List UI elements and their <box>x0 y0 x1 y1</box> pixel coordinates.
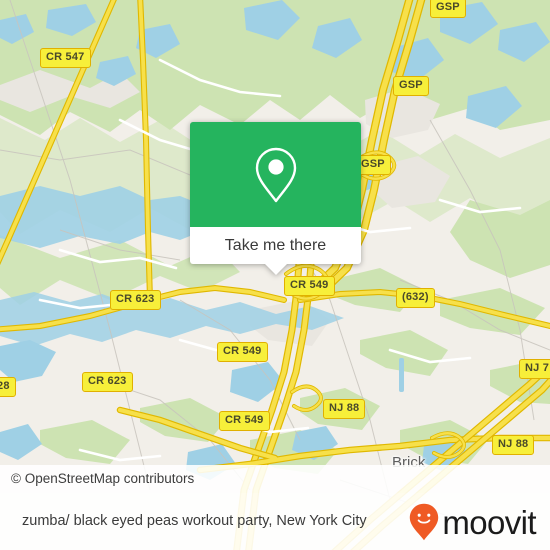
road-shield[interactable]: CR 623 <box>82 372 133 392</box>
road-shield[interactable]: CR 547 <box>40 48 91 68</box>
map-attribution-bar: © OpenStreetMap contributors <box>0 465 550 493</box>
road-shield[interactable]: CR 549 <box>217 342 268 362</box>
map-pin-icon <box>253 146 299 204</box>
popup-pin-panel <box>190 122 361 227</box>
road-shield[interactable]: NJ 88 <box>492 435 535 455</box>
take-me-there-label: Take me there <box>224 236 327 254</box>
road-shield[interactable]: GSP <box>393 76 429 96</box>
popup-action-bar[interactable]: Take me there <box>190 227 361 275</box>
road-shield[interactable]: CR 623 <box>110 290 161 310</box>
location-popup-card[interactable]: Take me there <box>190 122 361 275</box>
event-title-text: zumba/ black eyed peas workout party, Ne… <box>22 513 367 529</box>
moovit-wordmark: moovit <box>442 504 536 541</box>
footer-bar: zumba/ black eyed peas workout party, Ne… <box>0 493 550 550</box>
road-shield[interactable]: CR 549 <box>284 276 335 296</box>
road-shield[interactable]: CR 549 <box>219 411 270 431</box>
road-shield[interactable]: NJ 7 <box>519 359 550 379</box>
road-shield[interactable]: (632) <box>396 288 435 308</box>
road-shield[interactable]: GSP <box>430 0 466 18</box>
popup-tail-pointer <box>263 263 288 275</box>
moovit-map-screen: CR 547 GSP GSP GSP CR 623 CR 549 (632) C… <box>0 0 550 550</box>
road-shield[interactable]: NJ 88 <box>323 399 366 419</box>
road-shield[interactable]: 28 <box>0 377 16 397</box>
osm-attribution-text[interactable]: © OpenStreetMap contributors <box>0 472 194 486</box>
moovit-smiley-pin-icon <box>409 503 439 541</box>
moovit-logo[interactable]: moovit <box>409 503 550 541</box>
